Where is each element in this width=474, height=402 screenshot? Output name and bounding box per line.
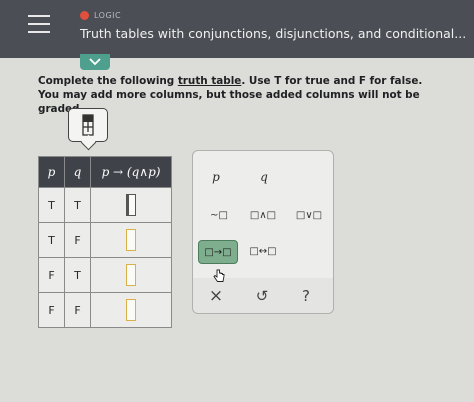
implies-button[interactable]: □→□ bbox=[198, 240, 238, 264]
page-title: Truth tables with conjunctions, disjunct… bbox=[80, 26, 467, 41]
iff-button[interactable]: □↔□ bbox=[245, 241, 281, 261]
cell-q: T bbox=[64, 187, 91, 223]
or-button[interactable]: □∨□ bbox=[291, 205, 327, 225]
table-row: F T bbox=[38, 257, 172, 293]
answer-cell[interactable] bbox=[90, 257, 172, 293]
cell-q: F bbox=[64, 222, 91, 258]
instructions-line1-start: Complete the following bbox=[38, 75, 178, 87]
help-button[interactable]: ? bbox=[291, 284, 321, 308]
app-screen: LOGIC Truth tables with conjunctions, di… bbox=[0, 0, 474, 402]
answer-input[interactable] bbox=[126, 229, 136, 251]
cell-p: T bbox=[38, 222, 65, 258]
answer-input[interactable] bbox=[126, 264, 136, 286]
palette-actions: × ↺ ? bbox=[193, 278, 333, 313]
answer-input[interactable] bbox=[126, 299, 136, 321]
menu-icon[interactable] bbox=[28, 15, 50, 35]
column-header-expression: p → (q∧p) bbox=[90, 156, 172, 188]
cell-p: F bbox=[38, 257, 65, 293]
insert-p-button[interactable]: p bbox=[203, 167, 229, 187]
clear-button[interactable]: × bbox=[201, 284, 231, 308]
instructions-line1-end: . Use T for true and F for false. bbox=[241, 75, 423, 87]
column-header-p: p bbox=[38, 156, 65, 188]
symbol-palette: p q ~□ □∧□ □∨□ □→□ □↔□ × ↺ ? bbox=[192, 150, 334, 314]
hand-cursor-icon bbox=[213, 269, 225, 282]
table-row: T F bbox=[38, 222, 172, 258]
collapse-header-button[interactable] bbox=[80, 54, 110, 70]
topic-row: LOGIC bbox=[80, 11, 121, 20]
table-row: F F bbox=[38, 292, 172, 328]
cell-p: F bbox=[38, 292, 65, 328]
cell-q: F bbox=[64, 292, 91, 328]
and-button[interactable]: □∧□ bbox=[245, 205, 281, 225]
header-bar: LOGIC Truth tables with conjunctions, di… bbox=[0, 0, 474, 58]
answer-cell[interactable] bbox=[90, 292, 172, 328]
answer-cell[interactable] bbox=[90, 187, 172, 223]
truth-table-link[interactable]: truth table bbox=[178, 75, 242, 87]
insert-q-button[interactable]: q bbox=[251, 167, 277, 187]
add-column-button[interactable] bbox=[68, 108, 108, 142]
truth-table: p q p → (q∧p) T T T F F T F F bbox=[38, 156, 172, 328]
answer-input[interactable] bbox=[126, 194, 136, 216]
cell-p: T bbox=[38, 187, 65, 223]
cell-q: T bbox=[64, 257, 91, 293]
table-header-row: p q p → (q∧p) bbox=[38, 156, 172, 188]
undo-button[interactable]: ↺ bbox=[247, 284, 277, 308]
add-column-icon bbox=[82, 114, 94, 136]
topic-status-icon bbox=[80, 11, 89, 20]
topic-label: LOGIC bbox=[94, 11, 122, 20]
chevron-down-icon bbox=[89, 58, 101, 66]
answer-cell[interactable] bbox=[90, 222, 172, 258]
not-button[interactable]: ~□ bbox=[201, 205, 237, 225]
column-header-q: q bbox=[64, 156, 91, 188]
table-row: T T bbox=[38, 187, 172, 223]
